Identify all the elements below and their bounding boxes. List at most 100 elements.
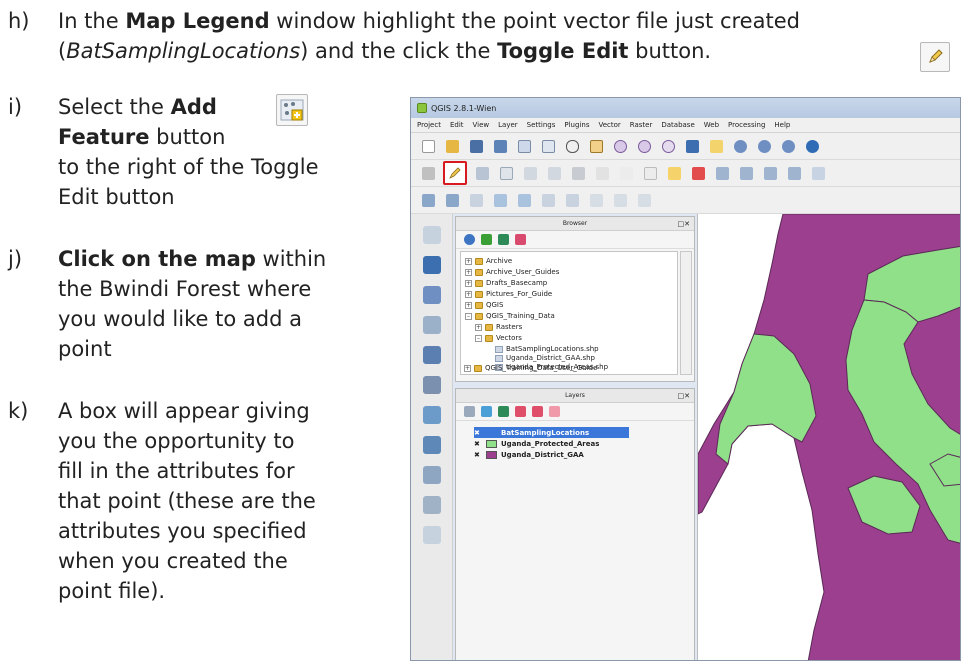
add-spatialite-layer-icon[interactable] bbox=[423, 316, 441, 334]
tree-item[interactable]: + QGIS bbox=[465, 300, 503, 311]
remove-layer-icon[interactable] bbox=[549, 406, 560, 417]
tree-item[interactable]: + QGIS_Training_Data_User_Guide bbox=[464, 363, 597, 374]
zoom-native-icon[interactable] bbox=[659, 137, 677, 155]
reshape-features-icon[interactable] bbox=[635, 191, 653, 209]
add-raster-layer-icon[interactable] bbox=[423, 256, 441, 274]
composer-manager-icon[interactable] bbox=[539, 137, 557, 155]
tree-item[interactable]: + Pictures_For_Guide bbox=[465, 289, 552, 300]
add-selected-layers-icon[interactable] bbox=[481, 234, 492, 245]
collapse-all-icon[interactable] bbox=[532, 406, 543, 417]
menu-view[interactable]: View bbox=[473, 121, 490, 129]
add-postgis-layer-icon[interactable] bbox=[423, 286, 441, 304]
add-feature-button[interactable] bbox=[497, 164, 515, 182]
delete-part-icon[interactable] bbox=[611, 191, 629, 209]
label-move-icon[interactable] bbox=[737, 164, 755, 182]
menu-settings[interactable]: Settings bbox=[527, 121, 556, 129]
browser-scrollbar[interactable] bbox=[680, 251, 692, 375]
tree-item[interactable]: – QGIS_Training_Data bbox=[465, 311, 555, 322]
refresh-icon[interactable] bbox=[464, 234, 475, 245]
collapse-all-icon[interactable] bbox=[515, 234, 526, 245]
label-show-icon[interactable] bbox=[713, 164, 731, 182]
expand-all-icon[interactable] bbox=[515, 406, 526, 417]
tree-item[interactable]: – Vectors bbox=[475, 333, 522, 344]
menu-raster[interactable]: Raster bbox=[630, 121, 653, 129]
current-edits-icon[interactable] bbox=[419, 164, 437, 182]
zoom-in-icon[interactable] bbox=[611, 137, 629, 155]
zoom-out-icon[interactable] bbox=[635, 137, 653, 155]
paste-features-icon[interactable] bbox=[641, 164, 659, 182]
layers-title-text: Layers bbox=[565, 392, 585, 399]
label-properties-icon[interactable] bbox=[809, 164, 827, 182]
add-wms-layer-icon[interactable] bbox=[423, 406, 441, 424]
tree-item[interactable]: + Rasters bbox=[475, 322, 522, 333]
menu-edit[interactable]: Edit bbox=[450, 121, 464, 129]
menu-processing[interactable]: Processing bbox=[728, 121, 765, 129]
tree-item[interactable]: + Archive bbox=[465, 256, 512, 267]
copy-features-icon[interactable] bbox=[617, 164, 635, 182]
open-layer-styling-icon[interactable] bbox=[464, 406, 475, 417]
fill-ring-icon[interactable] bbox=[563, 191, 581, 209]
rotate-feature-icon[interactable] bbox=[467, 191, 485, 209]
undo-icon[interactable] bbox=[419, 191, 437, 209]
label-tool-icon[interactable] bbox=[665, 164, 683, 182]
label-rotate-icon[interactable] bbox=[761, 164, 779, 182]
add-wcs-layer-icon[interactable] bbox=[423, 436, 441, 454]
pan-to-selection-icon[interactable] bbox=[587, 137, 605, 155]
zoom-last-icon[interactable] bbox=[755, 137, 773, 155]
layer-item-batsamplinglocations[interactable]: ✖ BatSamplingLocations bbox=[474, 427, 630, 438]
qgis-window: QGIS 2.8.1-Wien Project Edit View Layer … bbox=[410, 97, 961, 661]
open-project-icon[interactable] bbox=[443, 137, 461, 155]
layer-item-uganda-protected-areas[interactable]: ✖ Uganda_Protected_Areas bbox=[474, 438, 599, 449]
pan-map-icon[interactable] bbox=[563, 137, 581, 155]
save-as-icon[interactable] bbox=[491, 137, 509, 155]
add-wfs-layer-icon[interactable] bbox=[423, 466, 441, 484]
panel-close-icon[interactable]: □✕ bbox=[678, 217, 690, 231]
filter-legend-icon[interactable] bbox=[498, 406, 509, 417]
delete-ring-icon[interactable] bbox=[587, 191, 605, 209]
new-print-composer-icon[interactable] bbox=[515, 137, 533, 155]
menu-plugins[interactable]: Plugins bbox=[564, 121, 589, 129]
save-project-icon[interactable] bbox=[467, 137, 485, 155]
filter-icon[interactable] bbox=[498, 234, 509, 245]
menu-layer[interactable]: Layer bbox=[498, 121, 518, 129]
add-oracle-layer-icon[interactable] bbox=[423, 376, 441, 394]
menu-project[interactable]: Project bbox=[417, 121, 441, 129]
label-change-icon[interactable] bbox=[785, 164, 803, 182]
redo-icon[interactable] bbox=[443, 191, 461, 209]
node-tool-icon[interactable] bbox=[545, 164, 563, 182]
zoom-to-selection-icon[interactable] bbox=[707, 137, 725, 155]
add-vector-layer-icon[interactable] bbox=[423, 226, 441, 244]
add-mssql-layer-icon[interactable] bbox=[423, 346, 441, 364]
new-project-icon[interactable] bbox=[419, 137, 437, 155]
step-body: Click on the map within the Bwindi Fores… bbox=[58, 244, 398, 364]
map-canvas[interactable] bbox=[697, 214, 960, 660]
save-edits-icon[interactable] bbox=[473, 164, 491, 182]
delete-selected-icon[interactable] bbox=[569, 164, 587, 182]
add-delimited-text-icon[interactable] bbox=[423, 496, 441, 514]
menu-web[interactable]: Web bbox=[704, 121, 719, 129]
zoom-full-icon[interactable] bbox=[683, 137, 701, 155]
refresh-icon[interactable] bbox=[803, 137, 821, 155]
zoom-next-icon[interactable] bbox=[779, 137, 797, 155]
new-shapefile-icon[interactable] bbox=[423, 526, 441, 544]
layer-item-uganda-district-gaa[interactable]: ✖ Uganda_District_GAA bbox=[474, 449, 584, 460]
step-line: In the Map Legend window highlight the p… bbox=[58, 9, 800, 33]
cut-features-icon[interactable] bbox=[593, 164, 611, 182]
panel-close-icon[interactable]: □✕ bbox=[678, 389, 690, 403]
layers-panel-title: Layers □✕ bbox=[456, 389, 694, 403]
tree-item[interactable]: + Drafts_Basecamp bbox=[465, 278, 547, 289]
simplify-feature-icon[interactable] bbox=[491, 191, 509, 209]
step-marker: i) bbox=[8, 95, 23, 119]
add-part-icon[interactable] bbox=[539, 191, 557, 209]
menu-database[interactable]: Database bbox=[661, 121, 694, 129]
toggle-edit-button[interactable] bbox=[443, 161, 467, 185]
label-pin-icon[interactable] bbox=[689, 164, 707, 182]
tree-item[interactable]: + Archive_User_Guides bbox=[465, 267, 559, 278]
add-ring-icon[interactable] bbox=[515, 191, 533, 209]
zoom-to-layer-icon[interactable] bbox=[731, 137, 749, 155]
menu-bar: Project Edit View Layer Settings Plugins… bbox=[411, 118, 960, 133]
menu-vector[interactable]: Vector bbox=[598, 121, 620, 129]
menu-help[interactable]: Help bbox=[774, 121, 790, 129]
move-feature-icon[interactable] bbox=[521, 164, 539, 182]
add-group-icon[interactable] bbox=[481, 406, 492, 417]
